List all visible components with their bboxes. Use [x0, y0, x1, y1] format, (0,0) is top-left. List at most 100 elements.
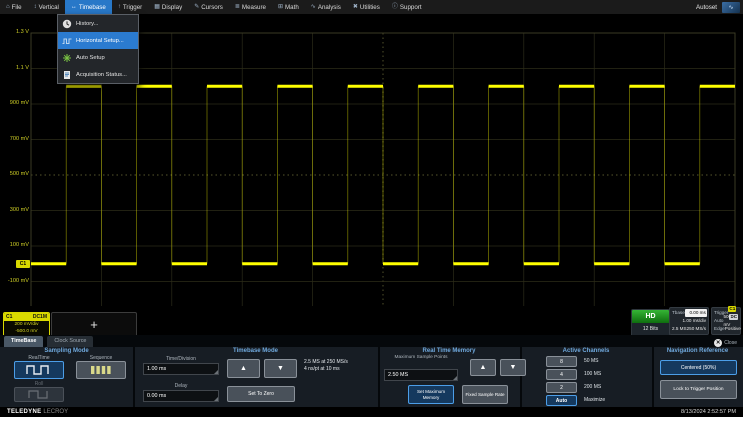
close-panel-button[interactable]: ✕ Close [714, 339, 743, 347]
trigger-slope: Positive [725, 325, 741, 333]
tbase-scale: 1.00 ms/div [683, 317, 707, 325]
menu-item-cursors[interactable]: ✎Cursors [188, 0, 229, 14]
channels-4-button[interactable]: 4 [546, 369, 577, 380]
menu-label: Utilities [360, 4, 380, 11]
menu-item-utilities[interactable]: ✖Utilities [347, 0, 386, 14]
active-channels-section: Active Channels 8 50 MS 4 100 MS 2 200 M… [520, 347, 652, 407]
channels-auto-button[interactable]: Auto [546, 395, 577, 406]
menu-label: Math [285, 4, 299, 11]
menu-item-file[interactable]: ⌂File [0, 0, 28, 14]
centered-50-button[interactable]: Centered (50%) [660, 360, 737, 375]
trigger-mode: Auto [714, 317, 723, 325]
real-time-memory-section: Real Time Memory Maximum Sample Points 2… [378, 347, 520, 407]
acquisition-info: 2.5 MS at 250 MS/s 4 ns/pt at 10 ms [304, 359, 376, 373]
timebase-descriptor[interactable]: Tbase0.00 ms 1.00 ms/div 2.5 MS250 MS/s [669, 307, 709, 335]
lecroy-logo-icon: ∿ [722, 2, 740, 13]
time-division-field[interactable]: 1.00 ms [143, 363, 219, 375]
menu-label: Cursors [201, 4, 223, 11]
menu-item-trigger[interactable]: ↑Trigger [112, 0, 148, 14]
descriptor-row: C1DC1M 200 mV/div -500.0 mV + HD 12 Bits… [0, 306, 743, 335]
y-axis-label: 300 mV [0, 207, 29, 213]
acquisition-info-line1: 2.5 MS at 250 MS/s [304, 359, 376, 366]
channels-8-button[interactable]: 8 [546, 356, 577, 367]
tab-clock-source[interactable]: Clock Source [47, 336, 93, 347]
tbase-label: Tbase [672, 309, 685, 317]
time-division-label: Time/Division [143, 356, 219, 362]
oscilloscope-app: ⌂File ↕Vertical ↔Timebase ↑Trigger ▦Disp… [0, 0, 743, 417]
tbase-delay-field: 0.00 ms [685, 309, 707, 317]
acquisition-info-line2: 4 ns/pt at 10 ms [304, 366, 376, 373]
down-arrow-icon: ▼ [510, 364, 517, 371]
set-maximum-memory-button[interactable]: Set Maximum Memory [408, 385, 454, 404]
add-trace-button[interactable]: + [51, 312, 137, 337]
channel1-offset-marker[interactable]: C1 [16, 260, 30, 268]
set-to-zero-button[interactable]: Set To Zero [227, 386, 295, 402]
menu-label: Analysis [318, 4, 341, 11]
menu-label: Timebase [79, 4, 106, 11]
fixed-sample-rate-button[interactable]: Fixed Sample Rate [462, 385, 508, 404]
acquisition-status-icon [62, 70, 72, 80]
channels-auto-memory: Maximize [584, 397, 624, 403]
date-time: 8/13/2024 2:52:57 PM [681, 409, 736, 415]
timebase-icon: ↔ [71, 4, 77, 10]
menu-item-math[interactable]: ⊞Math [272, 0, 305, 14]
file-icon: ⌂ [6, 4, 10, 10]
hd-badge: HD [632, 310, 669, 323]
channel-name: C1 [6, 314, 12, 320]
y-axis-label: 900 mV [0, 100, 29, 106]
menu-item-acquisition-status[interactable]: Acquisition Status... [58, 66, 138, 83]
math-icon: ⊞ [278, 4, 283, 10]
channel-offset: -500.0 mV [4, 328, 49, 335]
y-axis-label: 1.3 V [0, 29, 29, 35]
down-arrow-icon: ▼ [277, 365, 284, 372]
menu-item-history[interactable]: History... [58, 15, 138, 32]
channels-2-memory: 200 MS [584, 384, 624, 390]
menu-item-timebase[interactable]: ↔Timebase [65, 0, 112, 14]
y-axis-label: -100 mV [0, 278, 29, 284]
y-axis-label: 100 mV [0, 242, 29, 248]
y-axis-label: 1.1 V [0, 65, 29, 71]
channel1-descriptor[interactable]: C1DC1M 200 mV/div -500.0 mV [3, 312, 50, 337]
section-title: Timebase Mode [133, 348, 378, 354]
menu-label: Display [162, 4, 182, 11]
roll-mode-button[interactable] [14, 387, 64, 402]
trigger-source-badge: C1 [728, 306, 736, 312]
timebase-mode-section: Timebase Mode Time/Division 1.00 ms ▲ ▼ … [133, 347, 378, 407]
max-sample-points-field[interactable]: 2.50 MS [384, 369, 458, 381]
display-icon: ▦ [154, 4, 160, 10]
analysis-icon: ∿ [311, 4, 316, 10]
menu-item-analysis[interactable]: ∿Analysis [305, 0, 347, 14]
autoset-button[interactable]: Autoset [691, 4, 722, 11]
navigation-reference-section: Navigation Reference Centered (50%) Lock… [652, 347, 743, 407]
menu-item-vertical[interactable]: ↕Vertical [28, 0, 65, 14]
trigger-descriptor[interactable]: TriggerC1DC Auto500 mV EdgePositive [711, 307, 741, 335]
sequence-mode-button[interactable] [76, 361, 126, 379]
timebase-menu-dropdown: History... Horizontal Setup... Auto Setu… [57, 14, 139, 84]
menu-item-measure[interactable]: ≣Measure [229, 0, 272, 14]
menu-label: File [12, 4, 22, 11]
time-division-decrease-button[interactable]: ▼ [264, 359, 297, 378]
realtime-waveform-icon [26, 365, 52, 375]
delay-field[interactable]: 0.00 ms [143, 390, 219, 402]
menu-item-auto-setup[interactable]: Auto Setup [58, 49, 138, 66]
roll-waveform-icon [28, 390, 50, 399]
trigger-type: Edge [714, 325, 725, 333]
menu-item-label: Auto Setup [76, 55, 105, 61]
menu-bar: ⌂File ↕Vertical ↔Timebase ↑Trigger ▦Disp… [0, 0, 743, 15]
utilities-icon: ✖ [353, 4, 358, 10]
realtime-mode-button[interactable] [14, 361, 64, 379]
horizontal-setup-icon [62, 36, 72, 46]
max-sample-points-label: Maximum Sample Points [388, 355, 454, 360]
channels-2-button[interactable]: 2 [546, 382, 577, 393]
tab-timebase[interactable]: TimeBase [4, 336, 43, 347]
trigger-icon: ↑ [118, 4, 121, 10]
menu-item-horizontal-setup[interactable]: Horizontal Setup... [58, 32, 138, 49]
vertical-icon: ↕ [34, 4, 37, 10]
time-division-increase-button[interactable]: ▲ [227, 359, 260, 378]
up-arrow-icon: ▲ [480, 364, 487, 371]
lock-to-trigger-button[interactable]: Lock to Trigger Position [660, 380, 737, 399]
menu-item-support[interactable]: ⓘSupport [386, 0, 428, 14]
menu-item-display[interactable]: ▦Display [148, 0, 188, 14]
memory-increase-button[interactable]: ▲ [470, 359, 496, 376]
menu-item-label: Acquisition Status... [76, 72, 127, 78]
